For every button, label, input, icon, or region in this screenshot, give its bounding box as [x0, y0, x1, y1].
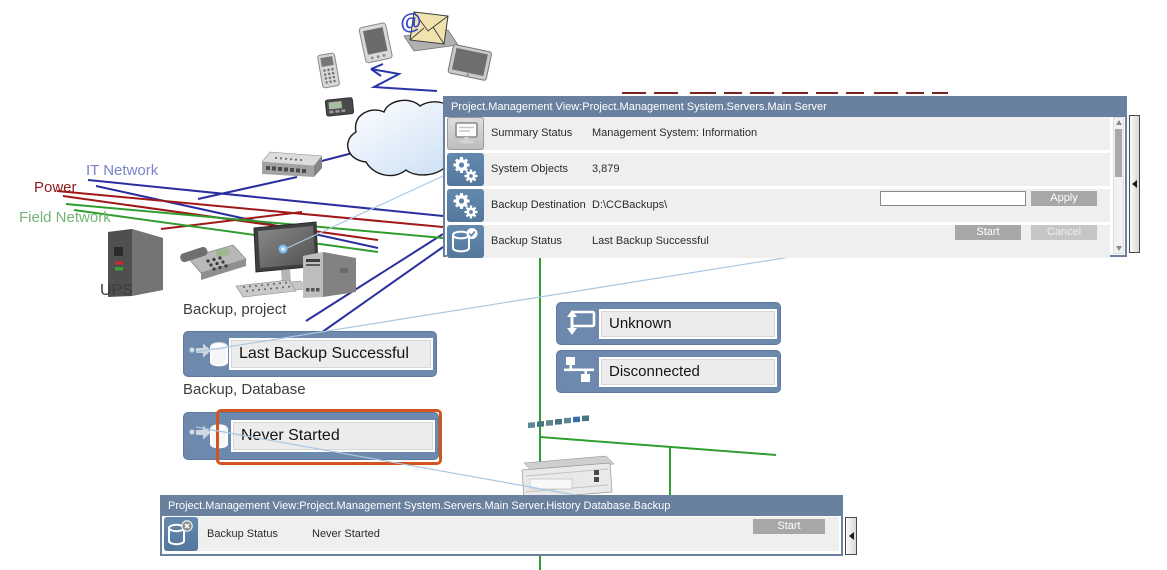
scrollbar-thumb[interactable]	[1115, 129, 1122, 177]
row-label: System Objects	[491, 153, 568, 186]
row-value: Never Started	[312, 517, 380, 551]
gears-icon	[447, 189, 484, 222]
apply-button[interactable]: Apply	[1031, 191, 1097, 206]
backup-destination-row: Backup Destination D:\CCBackups\ Apply	[447, 189, 1110, 222]
power-label: Power	[34, 179, 77, 196]
history-backup-status-row: Backup Status Never Started Start	[164, 517, 839, 551]
scada-mimic-page: @	[0, 0, 1167, 570]
monitor-icon	[447, 117, 484, 150]
network-diagram: @	[0, 0, 1167, 570]
pda-icon	[359, 22, 393, 63]
row-label: Backup Destination	[491, 189, 586, 222]
backup-project-label: Backup, project	[183, 301, 286, 318]
switch-icon	[262, 152, 322, 177]
row-value: D:\CCBackups\	[592, 189, 667, 222]
row-label: Backup Status	[491, 225, 562, 258]
backup-project-status-tile[interactable]: Last Backup Successful	[183, 331, 437, 377]
phone-icon	[179, 245, 246, 280]
field-network-label: Field Network	[19, 209, 111, 226]
tower-pc-icon	[303, 252, 356, 298]
backup-status-row: Backup Status Last Backup Successful Sta…	[447, 225, 1110, 258]
scroll-down-icon[interactable]	[1114, 244, 1123, 253]
start-button[interactable]: Start	[753, 519, 825, 534]
row-value: Management System: Information	[592, 117, 757, 150]
database-x-icon	[164, 517, 198, 551]
collapse-left-icon	[849, 532, 854, 540]
network-state-field: Disconnected	[599, 357, 777, 387]
row-value: 3,879	[592, 153, 620, 186]
cellphone-icon	[317, 53, 339, 88]
backup-database-label: Backup, Database	[183, 381, 306, 398]
row-value: Last Backup Successful	[592, 225, 709, 258]
row-label: Backup Status	[207, 517, 278, 551]
main-popup-collapse-handle[interactable]	[1129, 115, 1140, 253]
network-state-tile[interactable]: Disconnected	[556, 350, 781, 393]
backup-database-status-field: Never Started	[231, 420, 435, 452]
server-state-tile[interactable]: Unknown	[556, 302, 781, 345]
gears-icon	[447, 153, 484, 186]
monitor-updown-arrow-icon	[561, 307, 599, 339]
backup-destination-input[interactable]	[880, 191, 1026, 206]
backup-database-status-tile[interactable]: Never Started	[183, 412, 439, 460]
collapse-left-icon	[1132, 180, 1137, 188]
main-server-popup: Project.Management View:Project.Manageme…	[443, 96, 1127, 257]
keyboard-icon	[236, 280, 296, 297]
main-popup-title: Project.Management View:Project.Manageme…	[445, 98, 1125, 117]
backup-arrow-database-icon	[187, 419, 229, 453]
database-check-icon	[447, 225, 484, 258]
history-popup-title: Project.Management View:Project.Manageme…	[162, 497, 841, 516]
tablet-icon	[448, 44, 492, 80]
row-label: Summary Status	[491, 117, 572, 150]
vertical-scrollbar[interactable]	[1113, 117, 1124, 254]
system-objects-row: System Objects 3,879	[447, 153, 1110, 186]
history-popup-collapse-handle[interactable]	[845, 517, 857, 555]
svg-text:@: @	[398, 8, 423, 36]
din-controller-icon	[522, 415, 614, 499]
zigzag-arrow-icon	[371, 64, 437, 91]
pager-icon	[325, 97, 354, 116]
scroll-up-icon[interactable]	[1114, 118, 1123, 127]
summary-status-row: Summary Status Management System: Inform…	[447, 117, 1110, 150]
start-button[interactable]: Start	[955, 225, 1021, 240]
backup-project-status-field: Last Backup Successful	[229, 338, 433, 370]
history-backup-popup: Project.Management View:Project.Manageme…	[160, 495, 843, 556]
email-icon: @	[398, 8, 458, 51]
backup-arrow-database-icon	[187, 337, 229, 371]
ups-label: UPS	[100, 282, 133, 300]
server-state-field: Unknown	[599, 309, 777, 339]
cancel-button[interactable]: Cancel	[1031, 225, 1097, 240]
it-network-label: IT Network	[86, 162, 158, 179]
network-topology-icon	[561, 355, 599, 387]
